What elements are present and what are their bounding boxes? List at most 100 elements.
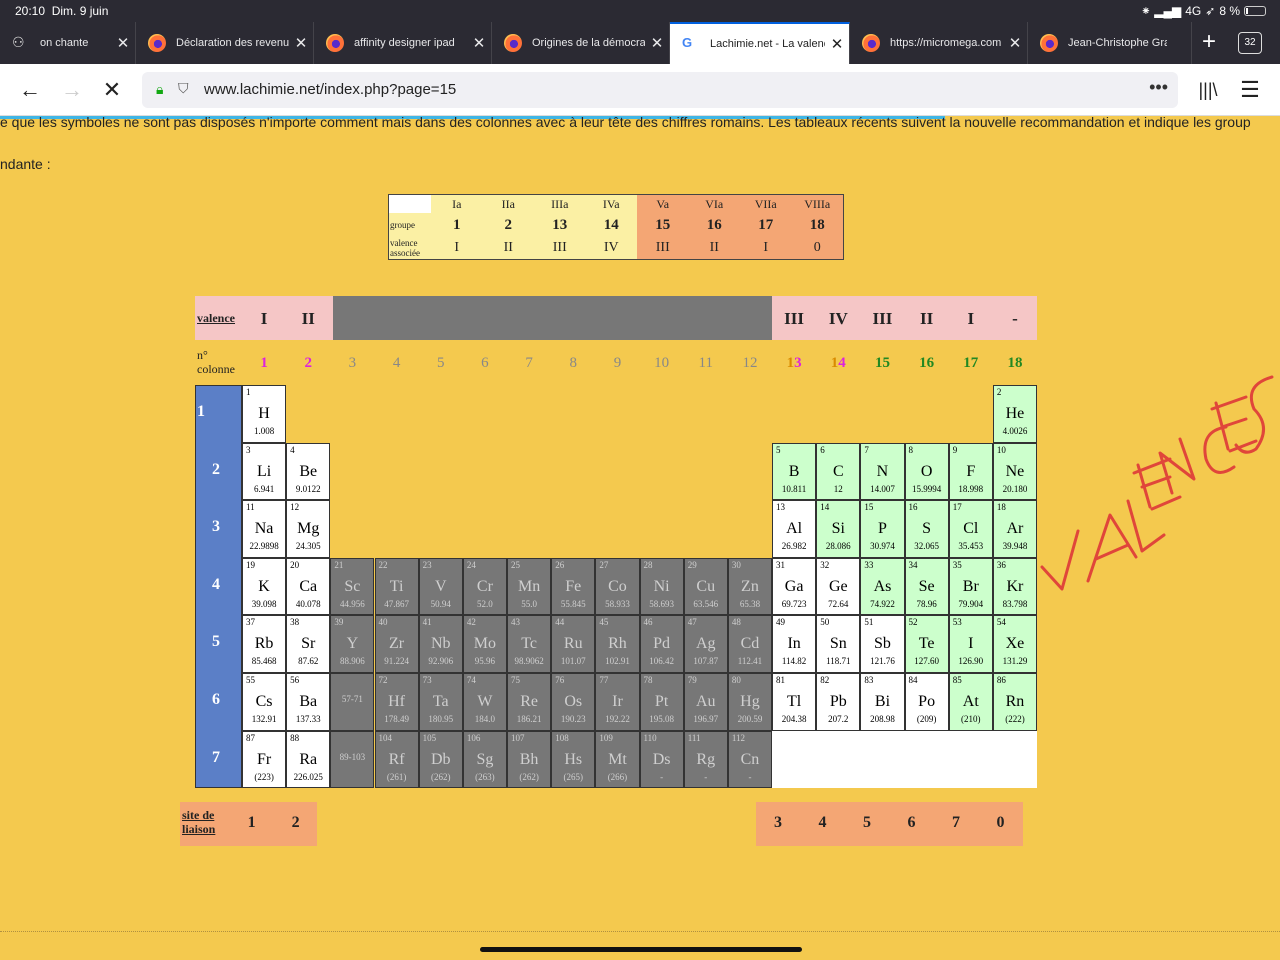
element-as[interactable]: 33 As 74.922 [860, 557, 905, 616]
element-cn[interactable]: 112 Cn - [727, 730, 773, 789]
element-rh[interactable]: 45 Rh 102.91 [595, 615, 640, 673]
element-bi[interactable]: 83 Bi 208.98 [860, 673, 905, 731]
element-89-103[interactable]: 89-103 [330, 730, 375, 789]
element-te[interactable]: 52 Te 127.60 [904, 615, 949, 673]
close-icon[interactable]: ✕ [111, 34, 135, 52]
element-hg[interactable]: 80 Hg 200.59 [727, 673, 773, 731]
element-rf[interactable]: 104 Rf (261) [374, 730, 419, 789]
element-ga[interactable]: 31 Ga 69.723 [772, 557, 817, 616]
element-sr[interactable]: 38 Sr 87.62 [286, 615, 331, 673]
tab-origines[interactable]: Origines de la démocratie ✕ [492, 22, 670, 64]
tab-count-button[interactable]: 32 [1238, 32, 1262, 54]
element-k[interactable]: 19 K 39.098 [242, 557, 287, 616]
element-ir[interactable]: 77 Ir 192.22 [595, 673, 640, 731]
element-o[interactable]: 8 O 15.9994 [904, 442, 949, 501]
new-tab-button[interactable]: + [1196, 30, 1222, 56]
library-icon[interactable]: |||\ [1192, 74, 1224, 106]
tab-on-chante[interactable]: ⚇ on chante ✕ [0, 22, 136, 64]
tab-jean-christophe[interactable]: Jean-Christophe Granier [1028, 22, 1192, 64]
close-icon[interactable]: ✕ [467, 34, 491, 52]
element-rn[interactable]: 86 Rn (222) [992, 673, 1038, 731]
element-ds[interactable]: 110 Ds - [639, 730, 684, 789]
element-cu[interactable]: 29 Cu 63.546 [683, 557, 728, 616]
element-ra[interactable]: 88 Ra 226.025 [286, 730, 331, 789]
element-fe[interactable]: 26 Fe 55.845 [551, 557, 596, 616]
element-ag[interactable]: 47 Ag 107.87 [683, 615, 728, 673]
element-p[interactable]: 15 P 30.974 [860, 500, 905, 558]
element-au[interactable]: 79 Au 196.97 [683, 673, 728, 731]
element-os[interactable]: 76 Os 190.23 [551, 673, 596, 731]
element-bh[interactable]: 107 Bh (262) [507, 730, 552, 789]
element-al[interactable]: 13 Al 26.982 [772, 500, 817, 558]
element-fr[interactable]: 87 Fr (223) [242, 730, 287, 789]
element-zr[interactable]: 40 Zr 91.224 [374, 615, 419, 673]
element-db[interactable]: 105 Db (262) [418, 730, 463, 789]
close-icon[interactable]: ✕ [645, 34, 669, 52]
element-hs[interactable]: 108 Hs (265) [551, 730, 596, 789]
element-mn[interactable]: 25 Mn 55.0 [507, 557, 552, 616]
tab-declaration[interactable]: Déclaration des revenus ✕ [136, 22, 314, 64]
element-tl[interactable]: 81 Tl 204.38 [772, 673, 817, 731]
element-mt[interactable]: 109 Mt (266) [595, 730, 640, 789]
element-be[interactable]: 4 Be 9.0122 [286, 442, 331, 501]
menu-icon[interactable]: ☰ [1234, 74, 1266, 106]
element-po[interactable]: 84 Po (209) [904, 673, 949, 731]
element-n[interactable]: 7 N 14.007 [860, 442, 905, 501]
forward-button[interactable]: → [56, 74, 88, 106]
element-i[interactable]: 53 I 126.90 [948, 615, 993, 673]
element-ge[interactable]: 32 Ge 72.64 [816, 557, 861, 616]
home-indicator[interactable] [480, 947, 802, 952]
element-ta[interactable]: 73 Ta 180.95 [418, 673, 463, 731]
element-in[interactable]: 49 In 114.82 [772, 615, 817, 673]
element-sg[interactable]: 106 Sg (263) [462, 730, 507, 789]
element-xe[interactable]: 54 Xe 131.29 [992, 615, 1038, 673]
element-w[interactable]: 74 W 184.0 [462, 673, 507, 731]
element-h[interactable]: 1 H 1.008 [242, 385, 287, 443]
element-b[interactable]: 5 B 10.811 [772, 442, 817, 501]
element-ba[interactable]: 56 Ba 137.33 [286, 673, 331, 731]
element-nb[interactable]: 41 Nb 92.906 [418, 615, 463, 673]
element-at[interactable]: 85 At (210) [948, 673, 993, 731]
element-57-71[interactable]: 57-71 [330, 673, 375, 731]
element-tc[interactable]: 43 Tc 98.9062 [507, 615, 552, 673]
element-pt[interactable]: 78 Pt 195.08 [639, 673, 684, 731]
element-c[interactable]: 6 C 12 [816, 442, 861, 501]
close-icon[interactable]: ✕ [289, 34, 313, 52]
url-text[interactable]: www.lachimie.net/index.php?page=15 [204, 81, 456, 98]
url-bar[interactable]: 🔒︎ ⛉ www.lachimie.net/index.php?page=15 … [142, 72, 1178, 108]
element-si[interactable]: 14 Si 28.086 [816, 500, 861, 558]
back-button[interactable]: ← [14, 74, 46, 106]
element-s[interactable]: 16 S 32.065 [904, 500, 949, 558]
element-y[interactable]: 39 Y 88.906 [330, 615, 375, 673]
element-cd[interactable]: 48 Cd 112.41 [727, 615, 773, 673]
element-br[interactable]: 35 Br 79.904 [948, 557, 993, 616]
element-f[interactable]: 9 F 18.998 [948, 442, 993, 501]
element-ru[interactable]: 44 Ru 101.07 [551, 615, 596, 673]
element-rg[interactable]: 111 Rg - [683, 730, 728, 789]
element-mo[interactable]: 42 Mo 95.96 [462, 615, 507, 673]
element-se[interactable]: 34 Se 78.96 [904, 557, 949, 616]
element-sn[interactable]: 50 Sn 118.71 [816, 615, 861, 673]
element-ni[interactable]: 28 Ni 58.693 [639, 557, 684, 616]
element-na[interactable]: 11 Na 22.9898 [242, 500, 287, 558]
close-icon[interactable]: ✕ [825, 35, 849, 53]
element-hf[interactable]: 72 Hf 178.49 [374, 673, 419, 731]
element-mg[interactable]: 12 Mg 24.305 [286, 500, 331, 558]
element-li[interactable]: 3 Li 6.941 [242, 442, 287, 501]
element-v[interactable]: 23 V 50.94 [418, 557, 463, 616]
element-pb[interactable]: 82 Pb 207.2 [816, 673, 861, 731]
element-cl[interactable]: 17 Cl 35.453 [948, 500, 993, 558]
tab-lachimie[interactable]: G Lachimie.net - La valence ✕ [670, 22, 850, 64]
element-rb[interactable]: 37 Rb 85.468 [242, 615, 287, 673]
tab-affinity[interactable]: affinity designer ipad ✕ [314, 22, 492, 64]
element-co[interactable]: 27 Co 58.933 [595, 557, 640, 616]
element-ca[interactable]: 20 Ca 40.078 [286, 557, 331, 616]
element-re[interactable]: 75 Re 186.21 [507, 673, 552, 731]
page-actions-icon[interactable]: ••• [1149, 77, 1168, 98]
element-sc[interactable]: 21 Sc 44.956 [330, 557, 375, 616]
element-zn[interactable]: 30 Zn 65.38 [727, 557, 773, 616]
tab-micromega[interactable]: https://micromega.com ✕ [850, 22, 1028, 64]
element-cs[interactable]: 55 Cs 132.91 [242, 673, 287, 731]
element-cr[interactable]: 24 Cr 52.0 [462, 557, 507, 616]
close-icon[interactable]: ✕ [1003, 34, 1027, 52]
